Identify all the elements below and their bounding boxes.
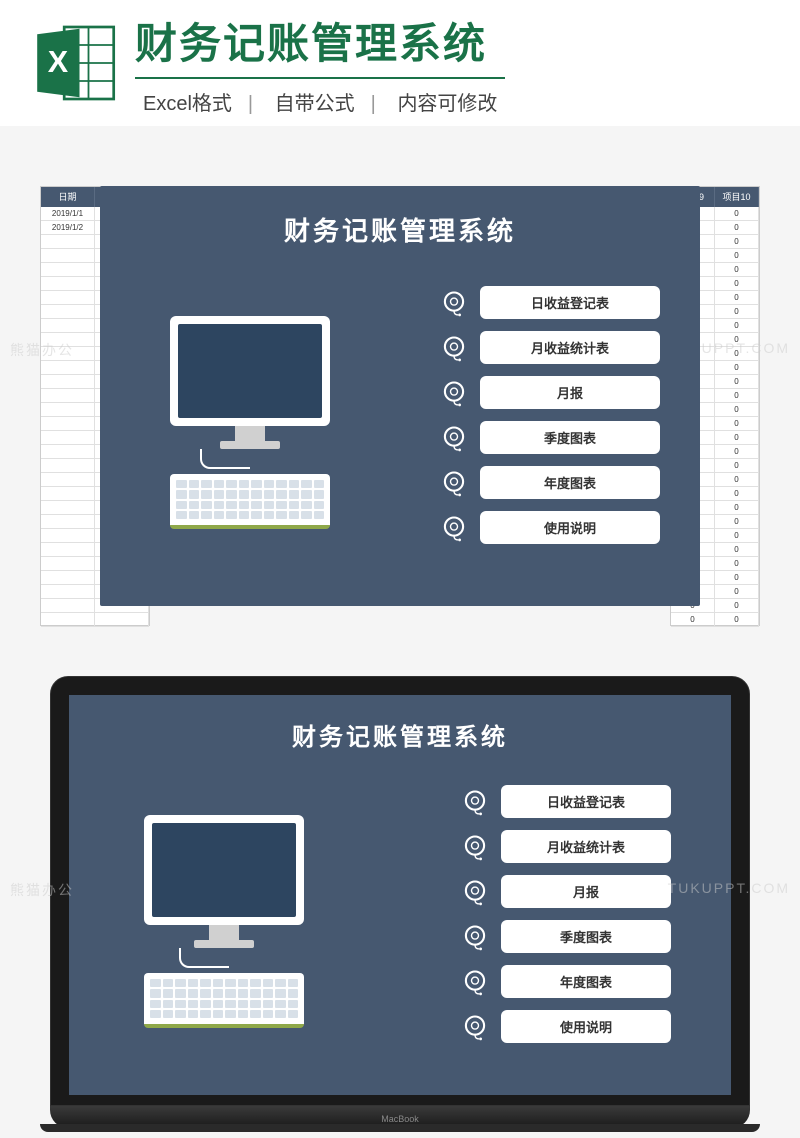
feature-1: Excel格式: [135, 93, 240, 115]
menu-button[interactable]: 月收益统计表: [501, 830, 671, 863]
col-item10: 项目10: [715, 187, 759, 207]
dashboard-title: 财务记账管理系统: [100, 186, 700, 248]
feature-2: 自带公式: [267, 93, 363, 115]
bell-icon: [440, 379, 468, 407]
menu-item-3[interactable]: 季度图表: [440, 421, 660, 454]
bell-icon: [461, 833, 489, 861]
subtitle: Excel格式| 自带公式| 内容可修改: [135, 77, 505, 116]
excel-icon: X: [30, 18, 120, 108]
bell-icon: [440, 514, 468, 542]
menu-item-5[interactable]: 使用说明: [461, 1010, 671, 1043]
menu-button[interactable]: 年度图表: [501, 965, 671, 998]
menu-item-4[interactable]: 年度图表: [461, 965, 671, 998]
bell-icon: [440, 334, 468, 362]
menu-button[interactable]: 月报: [480, 376, 660, 409]
dashboard-panel: 财务记账管理系统 日收益登记表月收益统计表月报季度图表年度图表使用说明: [100, 186, 700, 606]
menu-item-2[interactable]: 月报: [461, 875, 671, 908]
menu-button[interactable]: 季度图表: [501, 920, 671, 953]
computer-icon: [139, 815, 309, 1028]
svg-text:X: X: [48, 45, 69, 79]
menu-item-4[interactable]: 年度图表: [440, 466, 660, 499]
laptop-mockup: 财务记账管理系统 日收益登记表月收益统计表月报季度图表年度图表使用说明 MacB…: [50, 676, 750, 1128]
preview-top: 日期 项目1 2019/1/13000 2019/1/21965 项目9 项目1…: [0, 126, 800, 636]
table-row: [41, 613, 149, 627]
menu-list: 日收益登记表月收益统计表月报季度图表年度图表使用说明: [440, 286, 660, 556]
header-bar: X 财务记账管理系统 Excel格式| 自带公式| 内容可修改: [0, 0, 800, 126]
page-title: 财务记账管理系统: [135, 10, 770, 71]
menu-item-3[interactable]: 季度图表: [461, 920, 671, 953]
preview-bottom: 财务记账管理系统 日收益登记表月收益统计表月报季度图表年度图表使用说明 MacB…: [0, 636, 800, 1138]
header-text: 财务记账管理系统 Excel格式| 自带公式| 内容可修改: [135, 10, 770, 116]
menu-item-1[interactable]: 月收益统计表: [440, 331, 660, 364]
bell-icon: [461, 968, 489, 996]
laptop-base: MacBook: [50, 1106, 750, 1128]
feature-3: 内容可修改: [389, 93, 505, 115]
menu-item-2[interactable]: 月报: [440, 376, 660, 409]
laptop-screen: 财务记账管理系统 日收益登记表月收益统计表月报季度图表年度图表使用说明: [69, 695, 731, 1095]
menu-button[interactable]: 日收益登记表: [501, 785, 671, 818]
bell-icon: [461, 788, 489, 816]
menu-button[interactable]: 日收益登记表: [480, 286, 660, 319]
bell-icon: [440, 289, 468, 317]
dashboard-title-2: 财务记账管理系统: [69, 695, 731, 752]
menu-button[interactable]: 使用说明: [501, 1010, 671, 1043]
bell-icon: [440, 469, 468, 497]
menu-button[interactable]: 月报: [501, 875, 671, 908]
bell-icon: [461, 878, 489, 906]
menu-item-1[interactable]: 月收益统计表: [461, 830, 671, 863]
menu-item-0[interactable]: 日收益登记表: [461, 785, 671, 818]
table-row: 00: [671, 613, 759, 627]
bell-icon: [461, 923, 489, 951]
menu-button[interactable]: 月收益统计表: [480, 331, 660, 364]
col-date: 日期: [41, 187, 95, 207]
menu-item-0[interactable]: 日收益登记表: [440, 286, 660, 319]
bell-icon: [461, 1013, 489, 1041]
menu-button[interactable]: 季度图表: [480, 421, 660, 454]
menu-button[interactable]: 年度图表: [480, 466, 660, 499]
menu-button[interactable]: 使用说明: [480, 511, 660, 544]
macbook-label: MacBook: [381, 1114, 419, 1124]
computer-icon: [160, 316, 340, 529]
menu-list: 日收益登记表月收益统计表月报季度图表年度图表使用说明: [461, 785, 671, 1055]
menu-item-5[interactable]: 使用说明: [440, 511, 660, 544]
bell-icon: [440, 424, 468, 452]
